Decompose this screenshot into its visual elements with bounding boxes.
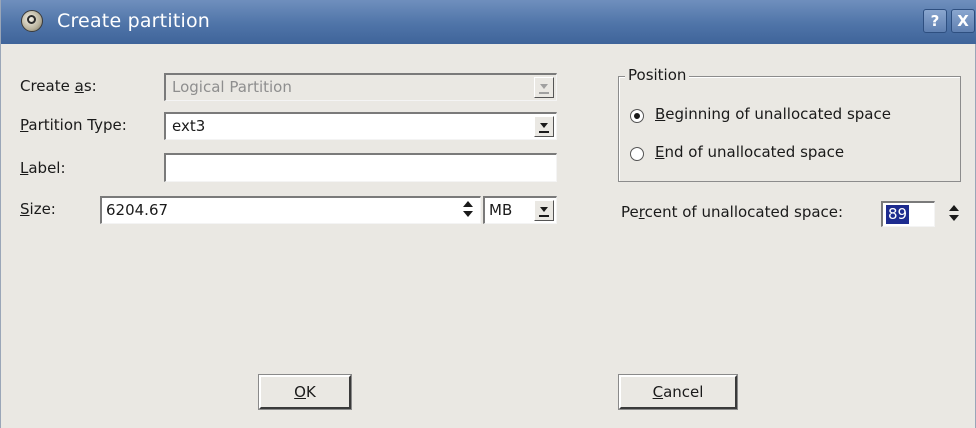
size-value: 6204.67 — [106, 201, 169, 219]
position-group — [618, 76, 961, 182]
spin-arrows-icon[interactable] — [947, 204, 961, 224]
chevron-down-icon[interactable] — [534, 116, 554, 137]
partition-type-value: ext3 — [172, 117, 206, 135]
size-spinbox[interactable]: 6204.67 — [100, 196, 481, 224]
label-field-label: Label: — [20, 159, 66, 177]
help-button[interactable]: ? — [923, 9, 947, 33]
chevron-down-icon[interactable] — [534, 200, 554, 221]
spin-arrows-icon[interactable] — [461, 200, 475, 220]
end-radio-label[interactable]: End of unallocated space — [655, 143, 844, 161]
partition-type-combo[interactable]: ext3 — [164, 112, 557, 140]
cancel-button[interactable]: Cancel — [618, 374, 738, 410]
beginning-radio[interactable] — [630, 109, 644, 123]
window-title: Create partition — [57, 10, 211, 32]
end-radio[interactable] — [630, 147, 644, 161]
size-label: Size: — [20, 200, 56, 218]
percent-value: 89 — [886, 205, 910, 224]
app-icon — [21, 10, 43, 32]
label-input[interactable] — [164, 153, 557, 182]
percent-spinbox[interactable]: 89 — [881, 201, 935, 227]
create-as-value: Logical Partition — [172, 78, 292, 96]
partition-type-label: Partition Type: — [20, 116, 127, 134]
close-button[interactable]: X — [951, 9, 975, 33]
percent-label: Percent of unallocated space: — [621, 203, 844, 221]
beginning-radio-label[interactable]: Beginning of unallocated space — [655, 105, 891, 123]
size-unit-value: MB — [489, 201, 513, 219]
ok-button[interactable]: OK — [258, 374, 352, 410]
position-group-title: Position — [625, 66, 690, 84]
create-partition-dialog: Create partition ? X Create as: Logical … — [0, 0, 976, 428]
size-unit-combo[interactable]: MB — [483, 196, 557, 224]
title-bar[interactable]: Create partition ? X — [1, 0, 976, 44]
create-as-label: Create as: — [20, 77, 97, 95]
chevron-down-icon — [534, 77, 554, 98]
create-as-combo: Logical Partition — [164, 73, 557, 101]
